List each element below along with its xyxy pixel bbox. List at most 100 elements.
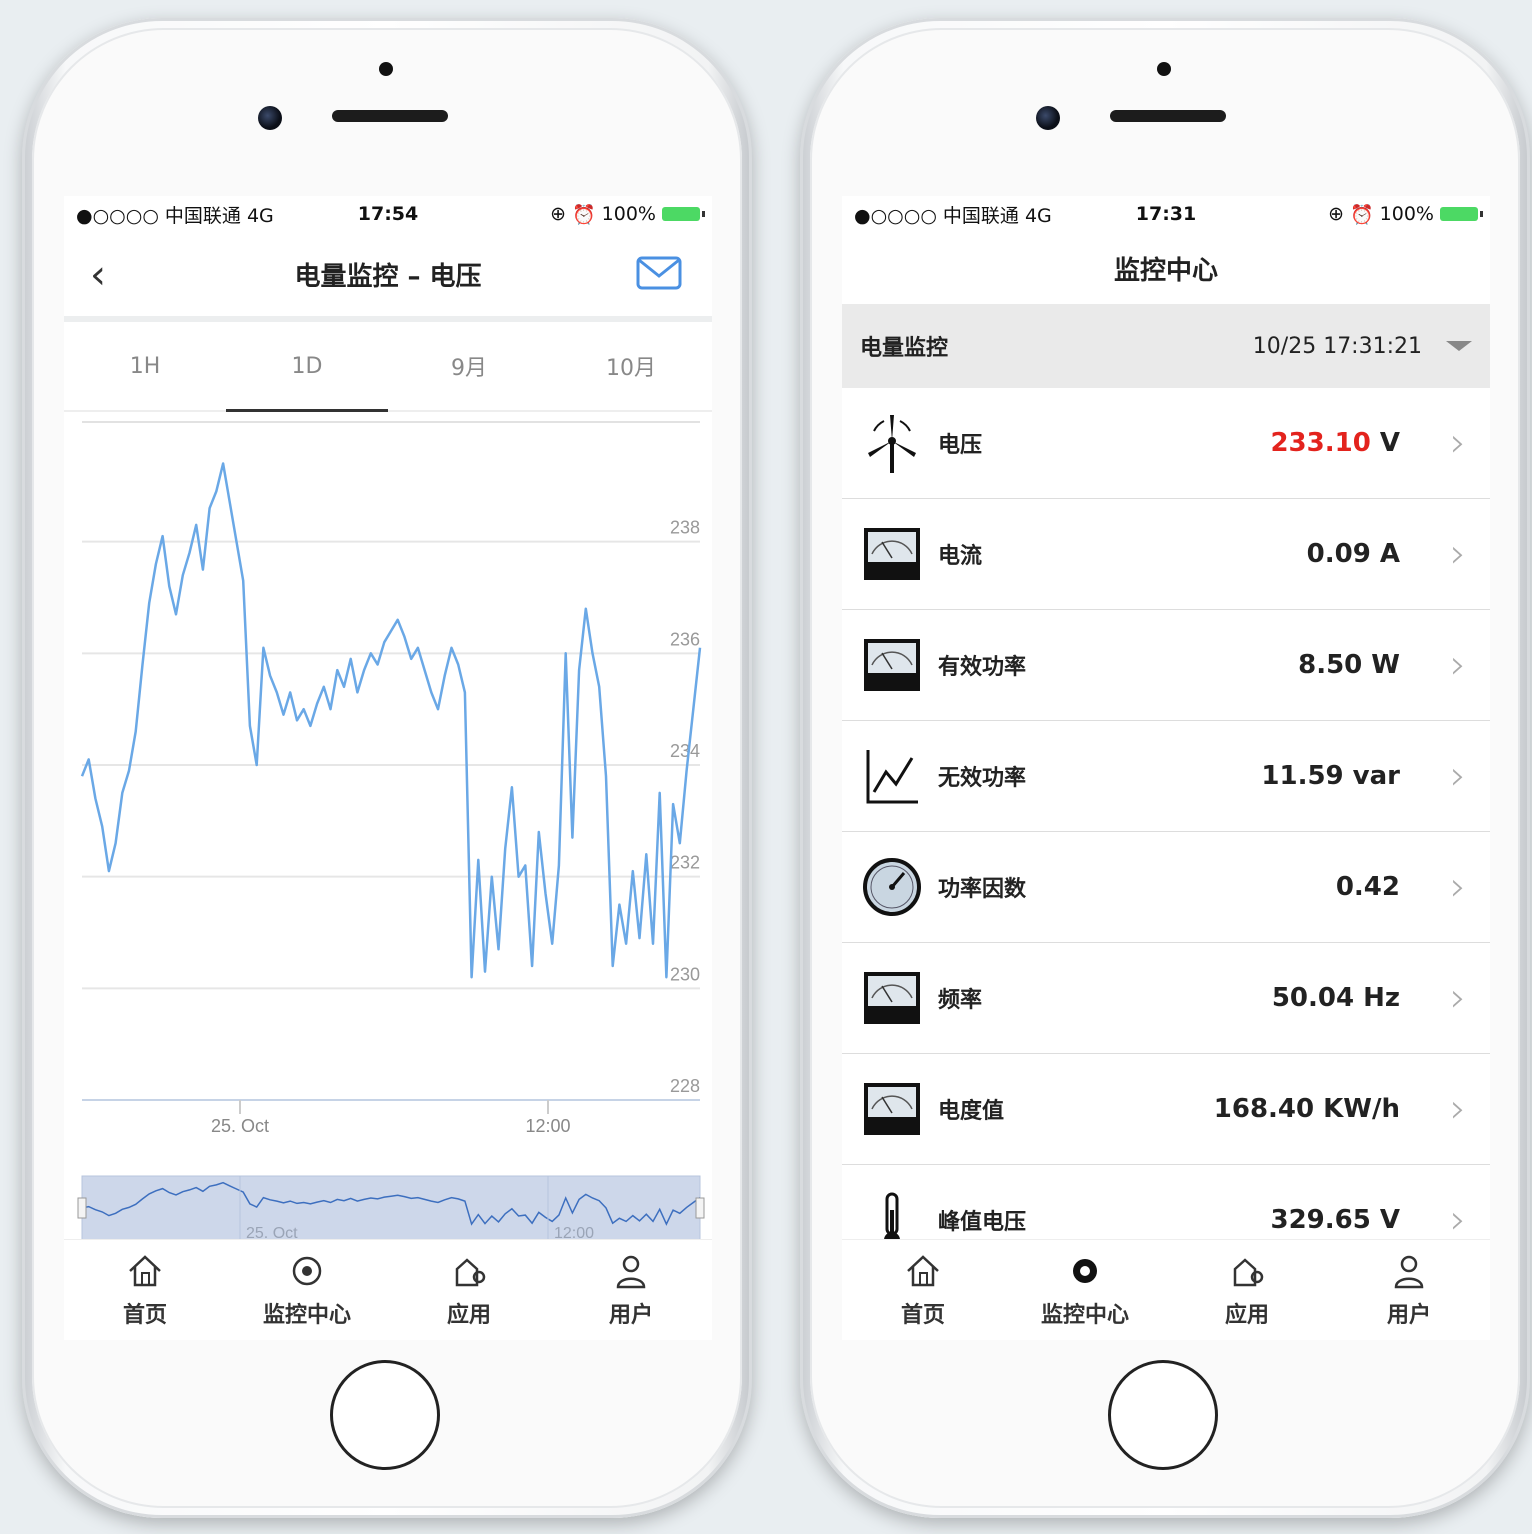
chevron-right-icon: › (1450, 975, 1466, 1021)
y-tick-label: 236 (670, 629, 700, 649)
metric-number: 50.04 Hz (1271, 983, 1400, 1013)
tabbar-apps[interactable]: 应用 (1166, 1240, 1328, 1340)
metric-row[interactable]: 有效功率 8.50 W › (842, 610, 1490, 721)
voltage-series-line (80, 462, 702, 979)
battery-icon (1440, 207, 1483, 221)
bottom-tab-bar: 首页 监控中心 应用 用户 (64, 1239, 712, 1340)
metric-value: 168.40 KW/h (1214, 1094, 1400, 1124)
home-icon (129, 1255, 161, 1287)
tab-1d[interactable]: 1D (226, 322, 388, 412)
clock: 17:31 (1135, 203, 1197, 225)
metric-label: 电流 (938, 544, 983, 569)
metric-row[interactable]: 频率 50.04 Hz › (842, 943, 1490, 1054)
metric-row[interactable]: 功率因数 0.42 › (842, 832, 1490, 943)
screen-voltage-chart: ●○○○○ 中国联通 4G 17:54 ⊕ ⏰ 100% ‹ 电量监控 – 电压… (64, 196, 712, 1340)
earpiece-speaker (1110, 110, 1226, 122)
chevron-right-icon: › (1450, 753, 1466, 799)
tabbar-home[interactable]: 首页 (64, 1240, 226, 1340)
meter-icon (860, 633, 924, 697)
metric-label: 峰值电压 (938, 1210, 1027, 1235)
metric-value: 11.59 var (1261, 761, 1400, 791)
metric-row[interactable]: 无效功率 11.59 var › (842, 721, 1490, 832)
back-chevron-icon[interactable]: ‹ (90, 252, 106, 298)
navigator-handle-right[interactable] (695, 1197, 705, 1219)
status-bar: ●○○○○ 中国联通 4G 17:54 ⊕ ⏰ 100% (64, 196, 712, 232)
metric-value: 233.10 V (1270, 428, 1400, 458)
tabbar-monitor[interactable]: 监控中心 (1004, 1240, 1166, 1340)
tabbar-monitor[interactable]: 监控中心 (226, 1240, 388, 1340)
tabbar-home-label: 首页 (122, 1303, 167, 1328)
sensor-dot (379, 62, 393, 76)
metric-number: 8.50 W (1298, 650, 1400, 680)
metric-value: 50.04 Hz (1272, 983, 1400, 1013)
metric-label: 电压 (938, 433, 983, 458)
gauge-icon (860, 855, 924, 919)
dropdown-caret-icon[interactable] (1446, 341, 1472, 351)
nav-bar: ‹ 电量监控 – 电压 (64, 232, 712, 322)
metric-label: 电度值 (938, 1099, 1005, 1124)
tabbar-apps-label: 应用 (446, 1303, 491, 1328)
meter-icon (860, 1077, 924, 1141)
voltage-chart-svg: 22823023223423623825. Oct 12:0025. Oct 12:… (77, 421, 705, 1242)
metric-label: 无效功率 (938, 766, 1027, 791)
metric-value: 0.42 (1336, 872, 1400, 902)
user-icon (1394, 1255, 1424, 1289)
tab-october[interactable]: 10月 (550, 322, 712, 410)
metric-value: 8.50 W (1298, 650, 1400, 680)
tabbar-user[interactable]: 用户 (1328, 1240, 1490, 1340)
tab-september[interactable]: 9月 (388, 322, 550, 410)
metric-number: 168.40 KW/h (1213, 1094, 1400, 1124)
battery-icon (662, 207, 705, 221)
clock: 17:54 (357, 203, 419, 225)
navigator-handle-left[interactable] (77, 1197, 87, 1219)
section-header[interactable]: 电量监控 10/25 17:31:21 (842, 304, 1490, 388)
tabbar-home-label: 首页 (900, 1303, 945, 1328)
metric-value: 0.09 A (1307, 539, 1400, 569)
meter-icon (860, 522, 924, 586)
front-camera (258, 106, 282, 130)
tabbar-user-label: 用户 (608, 1303, 653, 1328)
metric-row[interactable]: 电压 233.10 V › (842, 388, 1490, 499)
metric-unit: V (1370, 428, 1400, 458)
wind-turbine-icon (860, 411, 924, 475)
x-tick-label: 25. Oct (211, 1116, 269, 1136)
tabbar-user[interactable]: 用户 (550, 1240, 712, 1340)
tabbar-user-label: 用户 (1386, 1303, 1431, 1328)
metric-row[interactable]: 电流 0.09 A › (842, 499, 1490, 610)
y-tick-label: 230 (670, 964, 700, 984)
tabbar-home[interactable]: 首页 (842, 1240, 1004, 1340)
user-icon (616, 1255, 646, 1289)
metric-number: 0.42 (1335, 872, 1400, 902)
home-icon (907, 1255, 939, 1287)
home-button[interactable] (1108, 1360, 1218, 1470)
voltage-chart[interactable]: 228 230 232 234 236 238 25. Oct 12:00 25. Oct 12:… (64, 410, 712, 1248)
screen-monitor-center: ●○○○○ 中国联通 4G 17:31 ⊕ ⏰ 100% 监控中心 电量监控 1… (842, 196, 1490, 1340)
y-tick-label: 234 (670, 741, 700, 761)
apps-icon (455, 1258, 486, 1287)
home-button[interactable] (330, 1360, 440, 1470)
earpiece-speaker (332, 110, 448, 122)
mail-icon[interactable] (636, 256, 682, 290)
metric-value: 329.65 V (1270, 1205, 1400, 1235)
apps-icon (1233, 1258, 1264, 1287)
time-range-tabs: 1H 1D 9月 10月 (64, 322, 712, 412)
tabbar-apps[interactable]: 应用 (388, 1240, 550, 1340)
tab-1h[interactable]: 1H (64, 322, 226, 410)
section-timestamp: 10/25 17:31:21 (1252, 333, 1422, 359)
sensor-dot (1157, 62, 1171, 76)
metric-number: 233.10 (1270, 428, 1371, 458)
chevron-right-icon: › (1450, 1086, 1466, 1132)
metric-number: 0.09 A (1306, 539, 1400, 569)
meter-icon (860, 966, 924, 1030)
chevron-right-icon: › (1450, 864, 1466, 910)
phone-frame-right: ●○○○○ 中国联通 4G 17:31 ⊕ ⏰ 100% 监控中心 电量监控 1… (800, 18, 1530, 1518)
metric-row[interactable]: 电度值 168.40 KW/h › (842, 1054, 1490, 1165)
chevron-right-icon: › (1450, 1197, 1466, 1243)
y-tick-label: 238 (670, 518, 700, 538)
status-bar: ●○○○○ 中国联通 4G 17:31 ⊕ ⏰ 100% (842, 196, 1490, 232)
page-title: 监控中心 (1113, 255, 1218, 286)
tabbar-monitor-label: 监控中心 (262, 1303, 351, 1328)
y-tick-label: 232 (670, 853, 700, 873)
nav-bar: 监控中心 (842, 232, 1490, 304)
navigator-window (81, 1175, 701, 1241)
